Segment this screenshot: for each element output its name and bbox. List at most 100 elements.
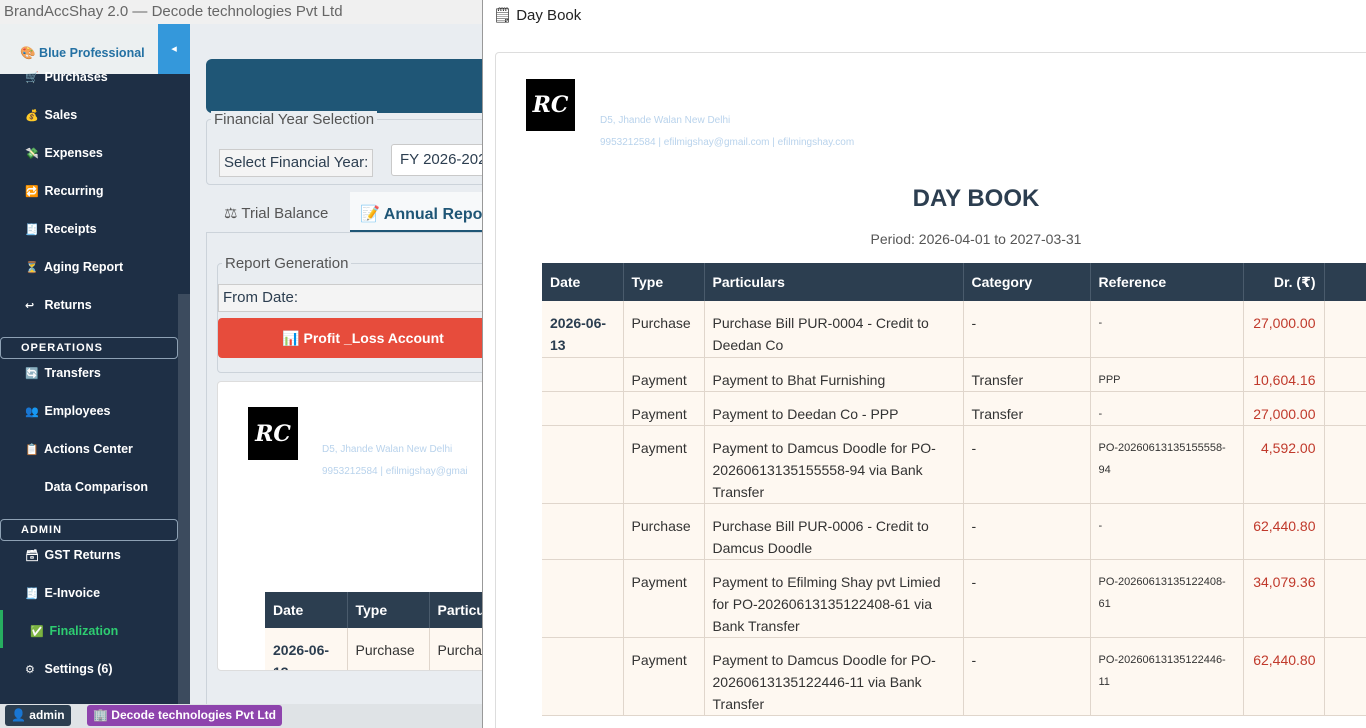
company-logo: RC <box>526 79 575 131</box>
cart-icon: 🛒 <box>25 72 39 84</box>
sidebar-scrollbar[interactable] <box>178 294 190 704</box>
app-title: BrandAccShay 2.0 — Decode technologies P… <box>4 3 343 20</box>
cell-type: Payment <box>623 425 705 504</box>
sidebar-item-e-invoice[interactable]: 🧾 E-Invoice <box>0 572 178 610</box>
main-panel: Financial Year Selection Select Financia… <box>190 24 490 704</box>
sidebar-item-label: Purchases <box>44 70 108 84</box>
profit-loss-button[interactable]: 📊 Profit _Loss Account <box>218 318 490 358</box>
cell-cr <box>1324 391 1366 426</box>
cell-dr: 27,000.00 <box>1243 301 1325 358</box>
sidebar-item-finalization[interactable]: ✅ Finalization <box>0 610 178 648</box>
sidebar-item-transfers[interactable]: 🔄 Transfers <box>0 352 178 390</box>
sidebar-item-purchases[interactable]: 🛒 Purchases <box>0 56 178 94</box>
cell-reference: - <box>1090 301 1244 358</box>
cell-cr <box>1324 425 1366 504</box>
cell-reference: PO-20260613135155558-94 <box>1090 425 1244 504</box>
report-generation-group: Report Generation From Date: 📊 Profit _L… <box>217 255 490 373</box>
preview-address: D5, Jhande Walan New Delhi <box>322 444 453 455</box>
cell-particulars: Payment to Deedan Co - PPP <box>704 391 964 426</box>
company-badge[interactable]: 🏢 Decode technologies Pvt Ltd <box>87 705 282 726</box>
sidebar-item-label: Finalization <box>49 624 119 638</box>
cell-date <box>542 425 624 504</box>
sidebar-item-label: Data Comparison <box>44 480 148 494</box>
check-icon: ✅ <box>30 626 44 638</box>
sidebar-item-actions-center[interactable]: 📋 Actions Center <box>0 428 178 466</box>
preview-header: Type <box>347 592 430 628</box>
sidebar-item-receipts[interactable]: 🧾 Receipts <box>0 208 178 246</box>
table-header-row: Date Type Particulars Category Reference… <box>542 263 1366 301</box>
sidebar-item-employees[interactable]: 👥 Employees <box>0 390 178 428</box>
cell-date <box>542 503 624 560</box>
day-book-window: 🗒 Day Book RC D5, Jhande Walan New Delhi… <box>482 0 1366 728</box>
day-book-title-bar[interactable]: 🗒 Day Book <box>483 0 1366 32</box>
sidebar-item-label: E-Invoice <box>44 586 101 600</box>
cell-cr <box>1324 301 1366 358</box>
money-bag-icon: 💰 <box>25 110 39 122</box>
col-reference: Reference <box>1090 263 1244 301</box>
return-arrow-icon: ↩ <box>25 300 35 312</box>
people-icon: 👥 <box>25 406 39 418</box>
cell-dr: 27,000.00 <box>1243 391 1325 426</box>
collapse-arrow-icon: ◂ <box>171 43 177 55</box>
sidebar-item-recurring[interactable]: 🔁 Recurring <box>0 170 178 208</box>
tab-trial-balance[interactable]: ⚖ Trial Balance <box>214 192 338 232</box>
sidebar-item-data-comparison[interactable]: Data Comparison <box>0 466 178 504</box>
cell-category: - <box>963 637 1091 716</box>
report-preview: RC D5, Jhande Walan New Delhi 9953212584… <box>217 381 490 671</box>
cell-reference: - <box>1090 503 1244 560</box>
cell-dr: 62,440.80 <box>1243 637 1325 716</box>
col-dr: Dr. (₹) <box>1243 263 1325 301</box>
notepad-icon: 🗒 <box>493 7 513 24</box>
sidebar-item-aging-report[interactable]: ⏳ Aging Report <box>0 246 178 284</box>
user-badge[interactable]: 👤 admin <box>5 705 71 726</box>
cell-category: - <box>963 301 1091 358</box>
cell-category: Transfer <box>963 391 1091 426</box>
building-icon: 🏢 <box>93 708 108 722</box>
cell-cr <box>1324 357 1366 392</box>
scales-icon: ⚖ <box>224 205 238 222</box>
cell-type: Purchase <box>623 503 705 560</box>
col-category: Category <box>963 263 1091 301</box>
sidebar-item-label: Aging Report <box>44 260 124 274</box>
sidebar-item-settings-6[interactable]: ⚙ Settings (6) <box>0 648 178 686</box>
cell-reference: PO-20260613135122446-11 <box>1090 637 1244 716</box>
table-row: Payment Payment to Bhat Furnishing Transfe… <box>542 357 1366 392</box>
sidebar-item-sales[interactable]: 💰 Sales <box>0 94 178 132</box>
sidebar: 🎨 Blue Professional ◂ 🛒 Purchases 💰 Sales… <box>0 24 190 704</box>
day-book-table: Date Type Particulars Category Reference… <box>542 263 1366 716</box>
tab-annual-reports[interactable]: 📝 Annual Repo <box>350 192 490 232</box>
memo-icon: 📝 <box>360 206 380 223</box>
fy-label: Select Financial Year: <box>219 149 374 177</box>
preview-header: Date <box>265 592 348 628</box>
cell-particulars: Payment to Damcus Doodle for PO-20260613… <box>704 637 964 716</box>
from-date-label[interactable]: From Date: <box>218 284 490 312</box>
preview-cell: Purchas <box>429 628 490 670</box>
sidebar-item-label: Settings (6) <box>44 662 113 676</box>
status-bar: 👤 admin 🏢 Decode technologies Pvt Ltd <box>0 704 484 728</box>
sidebar-item-label: GST Returns <box>44 548 121 562</box>
cell-type: Purchase <box>623 301 705 358</box>
cell-date <box>542 559 624 638</box>
sidebar-item-gst-returns[interactable]: 🗃 GST Returns <box>0 534 178 572</box>
sidebar-item-expenses[interactable]: 💸 Expenses <box>0 132 178 170</box>
cell-category: Transfer <box>963 357 1091 392</box>
clipboard-icon: 📋 <box>25 444 39 456</box>
user-name: admin <box>29 708 65 722</box>
preview-table: Date Type Particul 2026-06-13 Purchase P… <box>265 592 490 670</box>
gear-icon: ⚙ <box>25 664 35 676</box>
cell-category: - <box>963 503 1091 560</box>
sidebar-item-label: Returns <box>44 298 92 312</box>
sidebar-item-returns[interactable]: ↩ Returns <box>0 284 178 322</box>
preview-header: Particul <box>429 592 490 628</box>
cell-cr <box>1324 559 1366 638</box>
cell-date <box>542 391 624 426</box>
company-name: Decode technologies Pvt Ltd <box>111 708 276 722</box>
preview-contact: 9953212584 | efilmigshay@gmai <box>322 466 468 477</box>
sidebar-item-label: Expenses <box>44 146 103 160</box>
fy-select[interactable]: FY 2026-2027 <box>391 144 490 176</box>
cell-type: Payment <box>623 391 705 426</box>
cell-type: Payment <box>623 357 705 392</box>
cell-cr <box>1324 637 1366 716</box>
sidebar-item-label: Sales <box>44 108 78 122</box>
sidebar-item-label: Transfers <box>44 366 101 380</box>
